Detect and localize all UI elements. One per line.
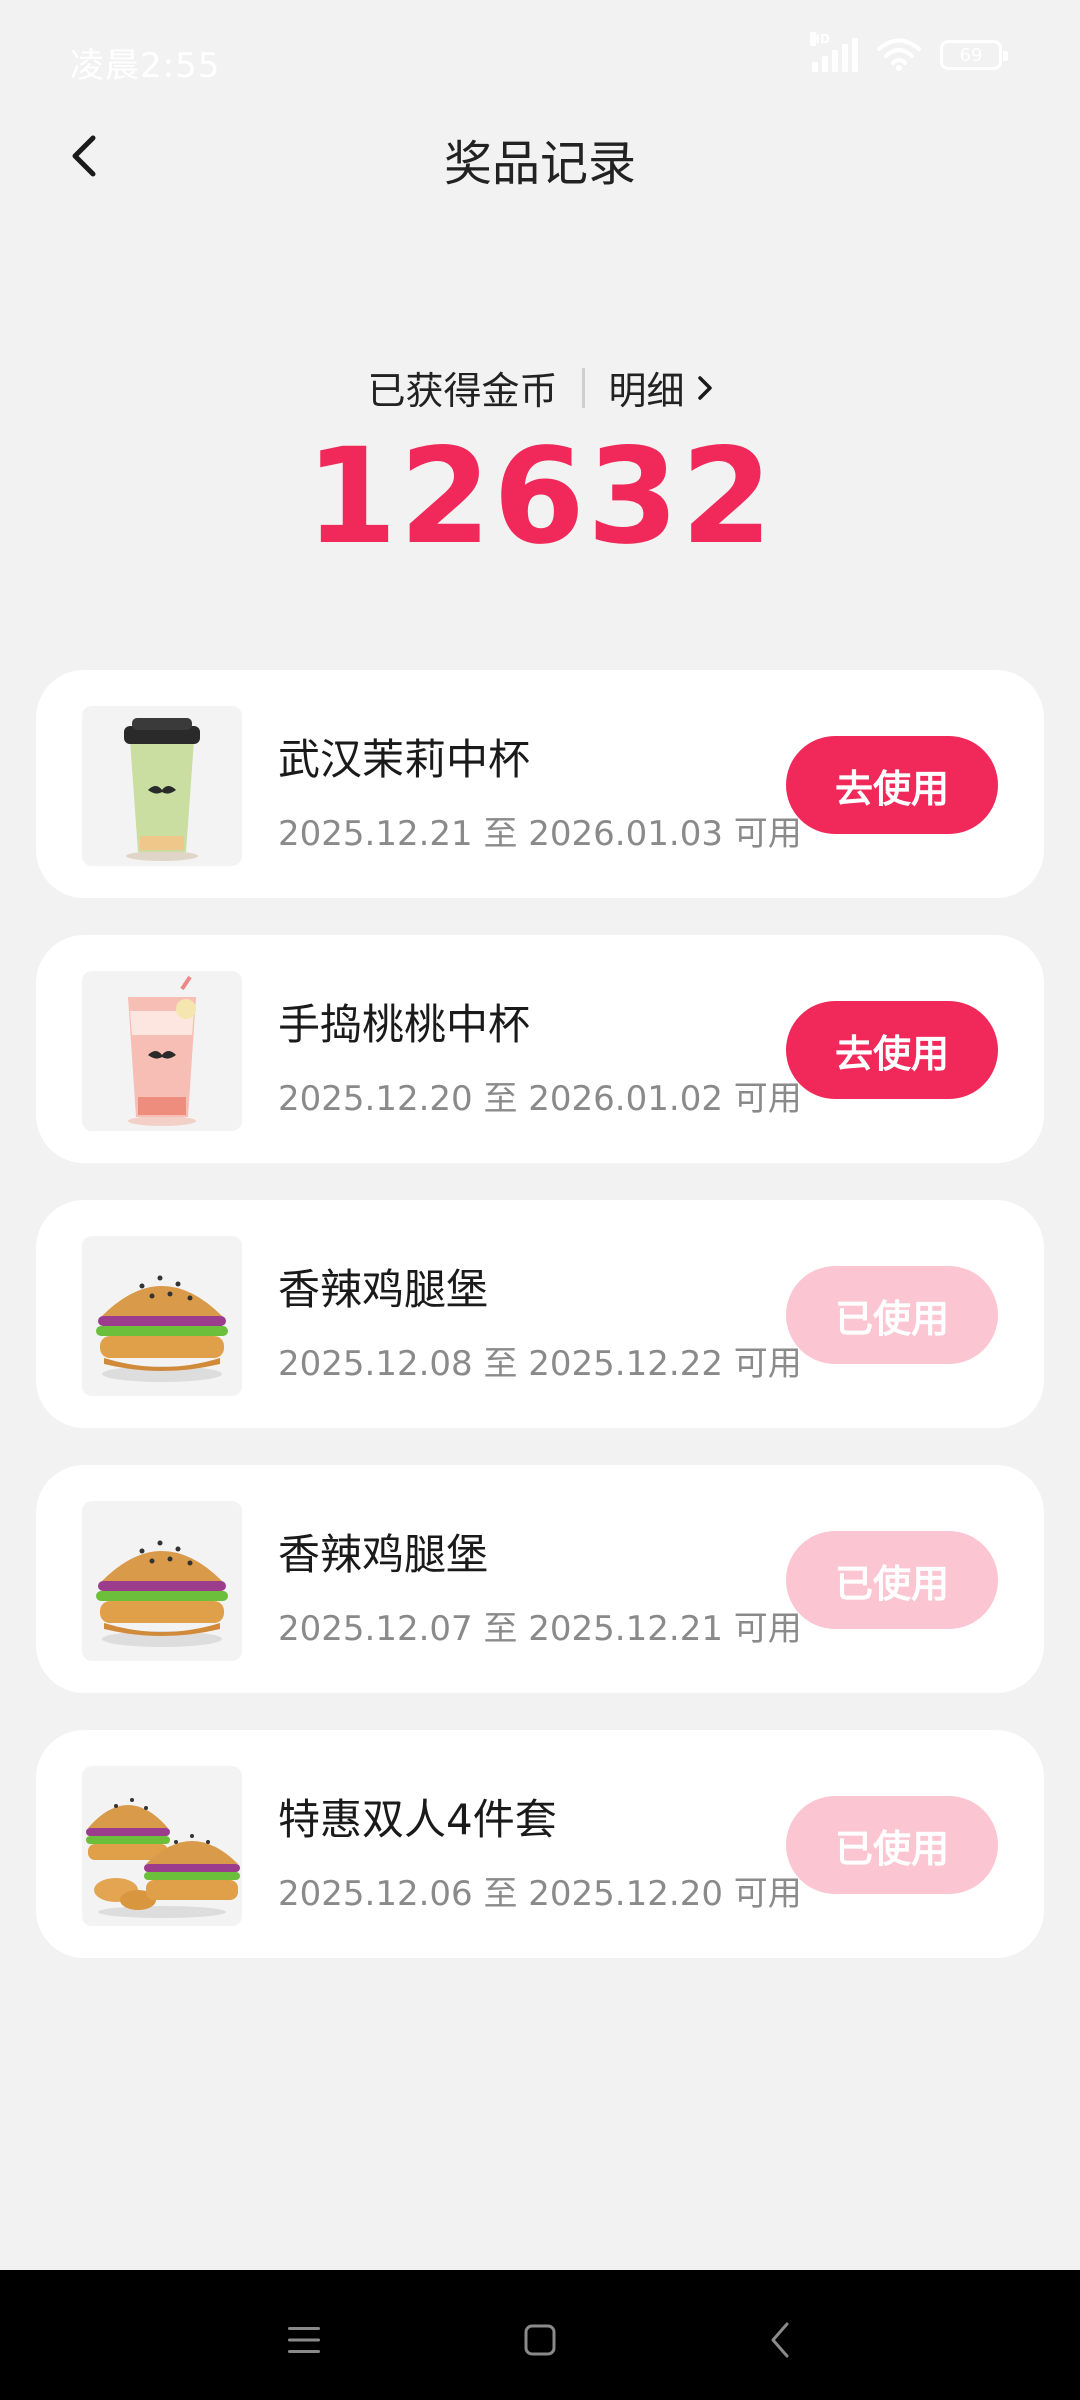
prize-card: 手捣桃桃中杯 2025.12.20 至 2026.01.02 可用 去使用 <box>36 935 1044 1163</box>
system-nav-bar <box>0 2270 1080 2400</box>
burger-combo-icon <box>82 1766 242 1926</box>
status-time: 凌晨2:55 <box>70 46 221 86</box>
used-button[interactable]: 已使用 <box>786 1796 998 1894</box>
prize-card: 香辣鸡腿堡 2025.12.08 至 2025.12.22 可用 已使用 <box>36 1200 1044 1428</box>
prize-name: 香辣鸡腿堡 <box>278 1265 489 1314</box>
coins-label: 已获得金币 <box>367 369 558 413</box>
prize-date: 2025.12.21 至 2026.01.03 可用 <box>278 814 802 854</box>
detail-label: 明细 <box>608 369 685 413</box>
menu-button[interactable] <box>274 2310 334 2370</box>
home-button[interactable] <box>510 2310 570 2370</box>
wifi-icon <box>876 38 922 72</box>
prize-name: 特惠双人4件套 <box>278 1795 557 1844</box>
nav-header: 奖品记录 <box>0 110 1080 200</box>
prize-date: 2025.12.07 至 2025.12.21 可用 <box>278 1609 802 1649</box>
battery-level: 69 <box>959 44 983 66</box>
system-back-button[interactable] <box>750 2310 810 2370</box>
coins-header: 已获得金币 明细 <box>0 360 1080 415</box>
prize-name: 手捣桃桃中杯 <box>278 1000 531 1049</box>
prize-date: 2025.12.20 至 2026.01.02 可用 <box>278 1079 802 1119</box>
signal-icon: HD <box>810 32 858 72</box>
battery-icon: 69 <box>940 40 1008 70</box>
status-icons: HD 69 <box>810 32 1008 72</box>
chicken-burger-icon <box>82 1236 242 1396</box>
prize-date: 2025.12.08 至 2025.12.22 可用 <box>278 1344 802 1384</box>
prize-card: 香辣鸡腿堡 2025.12.07 至 2025.12.21 可用 已使用 <box>36 1465 1044 1693</box>
detail-link[interactable]: 明细 <box>609 360 713 415</box>
chevron-right-icon <box>697 375 712 400</box>
divider <box>581 367 585 408</box>
use-button[interactable]: 去使用 <box>786 736 998 834</box>
prize-name: 香辣鸡腿堡 <box>278 1530 489 1579</box>
status-bar: 凌晨2:55 HD 69 <box>0 0 1080 120</box>
jasmine-tea-cup-icon <box>82 706 242 866</box>
used-button[interactable]: 已使用 <box>786 1266 998 1364</box>
menu-icon <box>288 2327 320 2353</box>
use-button[interactable]: 去使用 <box>786 1001 998 1099</box>
used-button[interactable]: 已使用 <box>786 1531 998 1629</box>
back-triangle-icon <box>771 2322 789 2358</box>
peach-drink-cup-icon <box>82 971 242 1131</box>
home-square-icon <box>524 2324 556 2356</box>
prize-card: 武汉茉莉中杯 2025.12.21 至 2026.01.03 可用 去使用 <box>36 670 1044 898</box>
page-title: 奖品记录 <box>443 136 636 192</box>
prize-date: 2025.12.06 至 2025.12.20 可用 <box>278 1874 802 1914</box>
coins-value: 12632 <box>305 420 775 574</box>
prize-card: 特惠双人4件套 2025.12.06 至 2025.12.20 可用 已使用 <box>36 1730 1044 1958</box>
hd-label: HD <box>810 32 831 46</box>
chicken-burger-icon <box>82 1501 242 1661</box>
prize-name: 武汉茉莉中杯 <box>278 735 531 784</box>
